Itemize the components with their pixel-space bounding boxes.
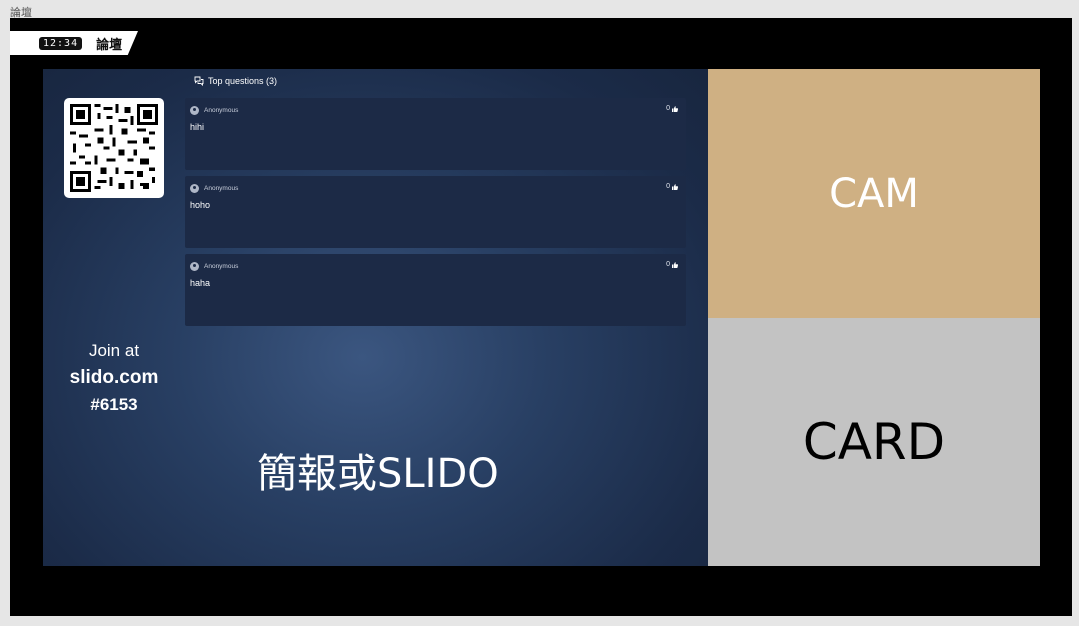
card-label: CARD <box>802 413 946 471</box>
avatar-icon <box>190 184 199 193</box>
join-at-label: Join at <box>88 341 140 360</box>
avatar-icon <box>190 106 199 115</box>
question-card: Anonymous 0 haha <box>185 254 686 326</box>
thumbs-up-icon <box>672 183 678 190</box>
question-votes: 0 <box>666 183 670 190</box>
avatar-icon <box>190 262 199 271</box>
qr-code-icon <box>70 104 158 192</box>
question-votes: 0 <box>666 261 670 268</box>
event-code: #6153 <box>90 395 138 414</box>
slide-area: Join at slido.com #6153 Top questions (3… <box>43 69 708 566</box>
question-author: Anonymous <box>204 107 239 114</box>
card-placeholder: CARD <box>708 318 1040 566</box>
question-author: Anonymous <box>204 185 239 192</box>
camera-placeholder: CAM <box>708 69 1040 318</box>
top-questions-label: Top questions (3) <box>208 76 278 86</box>
camera-label: CAM <box>829 170 919 217</box>
question-card: Anonymous 0 hoho <box>185 176 686 248</box>
qr-code <box>64 98 164 198</box>
question-text: haha <box>190 278 211 288</box>
top-bar: 12:34 論壇 <box>10 31 138 55</box>
clock: 12:34 <box>39 36 83 50</box>
thumbs-up-icon <box>672 261 678 268</box>
join-info: Join at slido.com #6153 <box>43 339 185 417</box>
speech-bubbles-icon <box>194 76 204 86</box>
question-card: Anonymous 0 hihi <box>185 98 686 170</box>
question-votes: 0 <box>666 105 670 112</box>
slide-placeholder-caption: 簡報或SLIDO <box>257 451 499 497</box>
join-url: slido.com <box>69 367 159 388</box>
question-text: hoho <box>190 200 211 210</box>
section-title: 論壇 <box>96 37 123 53</box>
top-questions-header: Top questions (3) <box>194 76 277 86</box>
question-text: hihi <box>190 122 205 132</box>
broadcast-frame: 12:34 論壇 Join at slido.com #6153 Top que… <box>10 18 1072 616</box>
question-author: Anonymous <box>204 263 239 270</box>
thumbs-up-icon <box>672 105 678 112</box>
